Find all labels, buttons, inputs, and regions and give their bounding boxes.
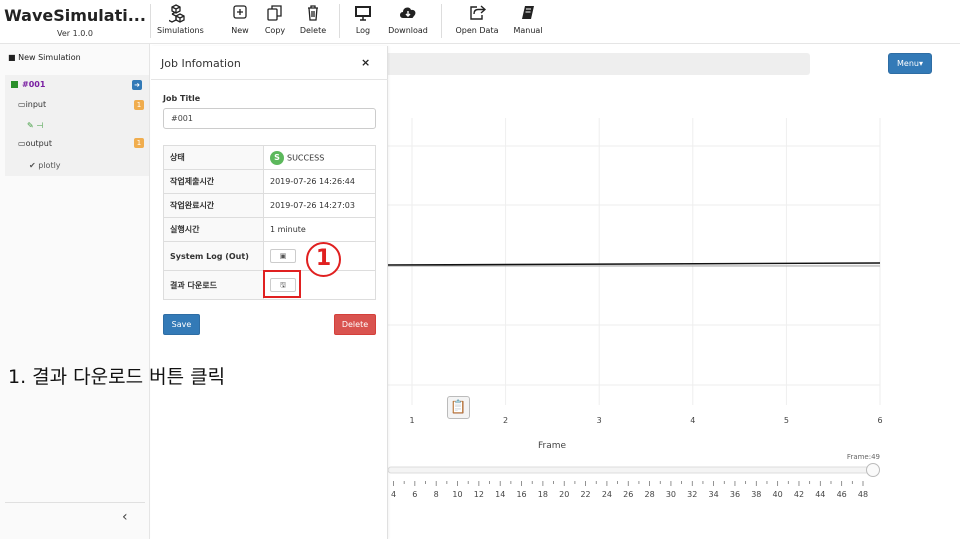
job-info-panel: Job Infomation × Job Title #001 상태 S SUCC… <box>151 46 388 539</box>
system-log-key: System Log (Out) <box>163 241 264 271</box>
result-download-button[interactable]: 🖫 <box>270 278 296 292</box>
instruction-caption: 1. 결과 다운로드 버튼 클릭 <box>8 366 226 388</box>
panel-header: Job Infomation × <box>151 46 388 80</box>
slider-tick-label: 48 <box>858 490 868 499</box>
slider-tick-label: 4 <box>391 490 396 499</box>
status-value: S SUCCESS <box>263 145 376 170</box>
slider-tick-label: 30 <box>666 490 676 499</box>
job-info-table: 상태 S SUCCESS 작업제출시간 2019-07-26 14:26:44 작… <box>163 145 376 300</box>
table-row: 상태 S SUCCESS <box>163 145 376 170</box>
table-row: 실행시간 1 minute <box>163 217 376 242</box>
slider-tick-label: 28 <box>644 490 654 499</box>
success-icon: S <box>270 150 284 165</box>
x-tick-label: 3 <box>597 416 602 425</box>
status-text: SUCCESS <box>287 153 325 162</box>
table-row: 작업제출시간 2019-07-26 14:26:44 <box>163 169 376 194</box>
frame-slider-track <box>387 466 875 474</box>
result-download-key: 결과 다운로드 <box>163 270 264 300</box>
slider-tick-label: 40 <box>773 490 783 499</box>
slider-tick-label: 44 <box>815 490 825 499</box>
status-key: 상태 <box>163 145 264 170</box>
slider-tick-label: 26 <box>623 490 633 499</box>
table-row: System Log (Out) ▣ <box>163 241 376 271</box>
delete-button[interactable]: Delete <box>334 314 376 335</box>
run-time-value: 1 minute <box>263 217 376 242</box>
slider-tick-label: 20 <box>559 490 569 499</box>
step-marker: 1 <box>306 242 341 277</box>
submit-time-key: 작업제출시간 <box>163 169 264 194</box>
finish-time-key: 작업완료시간 <box>163 193 264 218</box>
x-tick-label: 1 <box>409 416 414 425</box>
frame-label: Frame:49 <box>847 453 880 461</box>
slider-tick-label: 14 <box>495 490 505 499</box>
slider-tick-label: 10 <box>452 490 462 499</box>
slider-tick-label: 18 <box>538 490 548 499</box>
save-button[interactable]: Save <box>163 314 200 335</box>
plot-area: 1 2 3 4 5 6FrameFrame:494 6 8 10 12 14 16 18 20 22 24 26… <box>387 118 883 499</box>
frame-slider-handle <box>866 463 880 477</box>
slider-tick-label: 24 <box>602 490 612 499</box>
slider-tick-label: 12 <box>474 490 484 499</box>
slider-tick-label: 42 <box>794 490 804 499</box>
job-title-input[interactable]: #001 <box>163 108 376 129</box>
slider-tick-label: 22 <box>580 490 590 499</box>
run-time-key: 실행시간 <box>163 217 264 242</box>
clipboard-icon[interactable]: 📋 <box>447 396 470 419</box>
slider-tick-label: 16 <box>516 490 526 499</box>
slider-tick-label: 36 <box>730 490 740 499</box>
table-row: 작업완료시간 2019-07-26 14:27:03 <box>163 193 376 218</box>
panel-title: Job Infomation <box>161 57 241 70</box>
x-tick-label: 4 <box>690 416 695 425</box>
close-icon[interactable]: × <box>361 56 370 69</box>
x-tick-label: 6 <box>877 416 882 425</box>
x-tick-label: 5 <box>784 416 789 425</box>
slider-tick-label: 32 <box>687 490 697 499</box>
x-axis-label: Frame <box>538 441 567 451</box>
slider-tick-label: 6 <box>412 490 417 499</box>
slider-tick-label: 46 <box>837 490 847 499</box>
slider-tick-label: 8 <box>434 490 439 499</box>
job-title-label: Job Title <box>163 94 201 103</box>
system-log-button[interactable]: ▣ <box>270 249 296 263</box>
table-row: 결과 다운로드 🖫 <box>163 270 376 300</box>
x-tick-label: 2 <box>503 416 508 425</box>
slider-tick-label: 38 <box>751 490 761 499</box>
slider-tick-label: 34 <box>709 490 719 499</box>
finish-time-value: 2019-07-26 14:27:03 <box>263 193 376 218</box>
submit-time-value: 2019-07-26 14:26:44 <box>263 169 376 194</box>
